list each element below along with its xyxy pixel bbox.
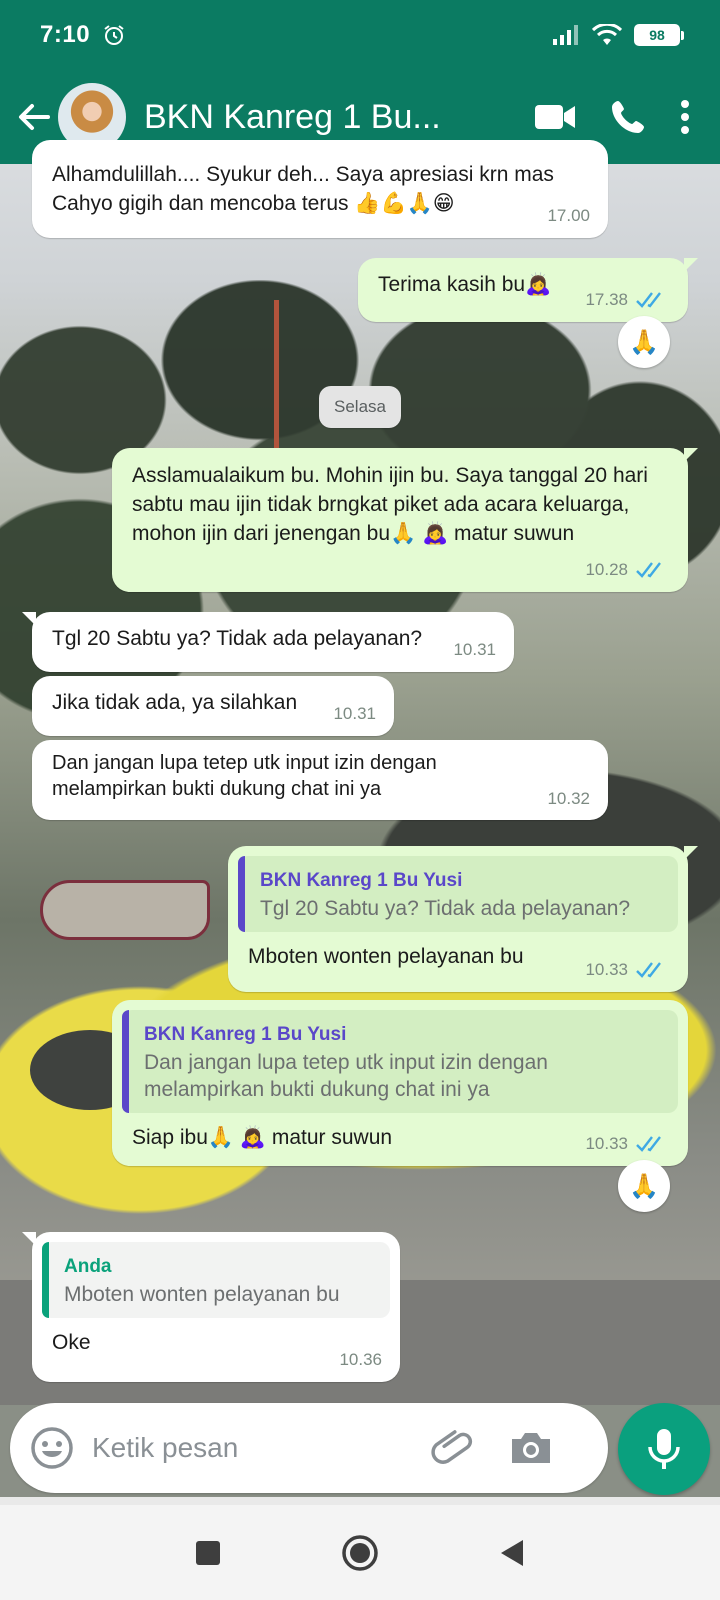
read-receipt-icon <box>636 961 661 978</box>
phone-icon[interactable] <box>610 99 646 135</box>
message-meta: 17.00 <box>547 201 590 230</box>
battery-level: 98 <box>634 24 680 46</box>
quote-author: BKN Kanreg 1 Bu Yusi <box>144 1024 347 1045</box>
quoted-message[interactable]: Anda Mboten wonten pelayanan bu <box>42 1242 390 1318</box>
message-incoming[interactable]: Jika tidak ada, ya silahkan 10.31 <box>32 676 394 736</box>
message-time: 10.36 <box>339 1350 382 1369</box>
quote-author: BKN Kanreg 1 Bu Yusi <box>260 870 463 891</box>
message-meta: 10.31 <box>453 635 496 664</box>
signal-icon <box>553 25 578 45</box>
microphone-icon <box>648 1429 680 1469</box>
quote-author: Anda <box>64 1256 112 1277</box>
read-receipt-icon <box>636 561 661 578</box>
message-time: 10.33 <box>585 1134 628 1153</box>
message-incoming-reply[interactable]: Anda Mboten wonten pelayanan bu Oke 10.3… <box>22 1232 400 1382</box>
message-meta: 17.38 <box>585 285 670 314</box>
quoted-message[interactable]: BKN Kanreg 1 Bu Yusi Tgl 20 Sabtu ya? Ti… <box>238 856 678 932</box>
message-outgoing[interactable]: Terima kasih bu🙇‍♀️ 17.38 <box>358 258 698 322</box>
video-camera-icon[interactable] <box>534 102 576 132</box>
message-incoming[interactable]: Alhamdulillah.... Syukur deh... Saya apr… <box>32 140 608 238</box>
message-meta: 10.33 <box>585 1129 670 1158</box>
battery-indicator: 98 <box>634 24 684 46</box>
status-indicators: 98 <box>552 24 684 46</box>
status-time: 7:10 <box>40 21 91 48</box>
message-incoming[interactable]: Dan jangan lupa tetep utk input izin den… <box>32 740 608 820</box>
message-time: 17.38 <box>585 290 628 309</box>
message-time: 10.32 <box>547 789 590 808</box>
back-nav-icon[interactable] <box>499 1539 525 1567</box>
recents-icon[interactable] <box>195 1540 221 1566</box>
arrow-left-icon[interactable] <box>14 97 54 137</box>
message-time: 10.28 <box>585 560 628 579</box>
message-text: Alhamdulillah.... Syukur deh... Saya apr… <box>52 163 554 215</box>
read-receipt-icon <box>636 1135 661 1152</box>
message-text: Tgl 20 Sabtu ya? Tidak ada pelayanan? <box>52 627 423 650</box>
message-reaction[interactable]: 🙏 <box>618 1160 670 1212</box>
paperclip-icon[interactable] <box>430 1424 478 1472</box>
message-meta: 10.33 <box>585 955 670 984</box>
home-icon[interactable] <box>341 1534 379 1572</box>
quoted-message[interactable]: BKN Kanreg 1 Bu Yusi Dan jangan lupa tet… <box>122 1010 678 1113</box>
quote-text: Mboten wonten pelayanan bu <box>64 1283 340 1306</box>
message-incoming[interactable]: Tgl 20 Sabtu ya? Tidak ada pelayanan? 10… <box>22 612 514 672</box>
message-outgoing-reply[interactable]: BKN Kanreg 1 Bu Yusi Tgl 20 Sabtu ya? Ti… <box>228 846 698 992</box>
microphone-button[interactable] <box>618 1403 710 1495</box>
message-time: 10.31 <box>453 640 496 659</box>
smiley-icon[interactable] <box>28 1424 76 1472</box>
camera-icon[interactable] <box>508 1425 554 1471</box>
message-time: 10.31 <box>333 704 376 723</box>
contact-name[interactable]: BKN Kanreg 1 Bu... <box>144 98 444 137</box>
date-separator: Selasa <box>319 386 401 428</box>
wifi-icon <box>592 24 622 45</box>
message-outgoing[interactable]: Asslamualaikum bu. Mohin ijin bu. Saya t… <box>112 448 698 592</box>
message-composer <box>10 1403 608 1493</box>
message-text: Jika tidak ada, ya silahkan <box>52 691 298 714</box>
message-time: 10.33 <box>585 960 628 979</box>
message-text: Dan jangan lupa tetep utk input izin den… <box>52 752 437 800</box>
quote-text: Tgl 20 Sabtu ya? Tidak ada pelayanan? <box>260 897 631 920</box>
message-text: Oke <box>52 1331 91 1354</box>
header-actions <box>534 99 720 135</box>
message-meta: 10.32 <box>547 786 590 812</box>
more-vertical-icon[interactable] <box>680 100 690 134</box>
message-outgoing-reply[interactable]: BKN Kanreg 1 Bu Yusi Dan jangan lupa tet… <box>112 1000 688 1166</box>
read-receipt-icon <box>636 291 661 308</box>
message-meta: 10.31 <box>333 699 376 728</box>
message-meta: 10.36 <box>339 1345 382 1374</box>
message-text: Asslamualaikum bu. Mohin ijin bu. Saya t… <box>132 464 648 545</box>
status-bar: 7:10 98 <box>0 0 720 70</box>
message-meta: 10.28 <box>585 555 670 584</box>
message-input[interactable] <box>92 1432 422 1464</box>
message-reaction[interactable]: 🙏 <box>618 316 670 368</box>
system-navigation-bar <box>0 1505 720 1600</box>
wallpaper-headlight <box>40 880 210 940</box>
message-time: 17.00 <box>547 206 590 225</box>
alarm-icon <box>104 25 124 45</box>
quote-text: Dan jangan lupa tetep utk input izin den… <box>144 1051 548 1101</box>
